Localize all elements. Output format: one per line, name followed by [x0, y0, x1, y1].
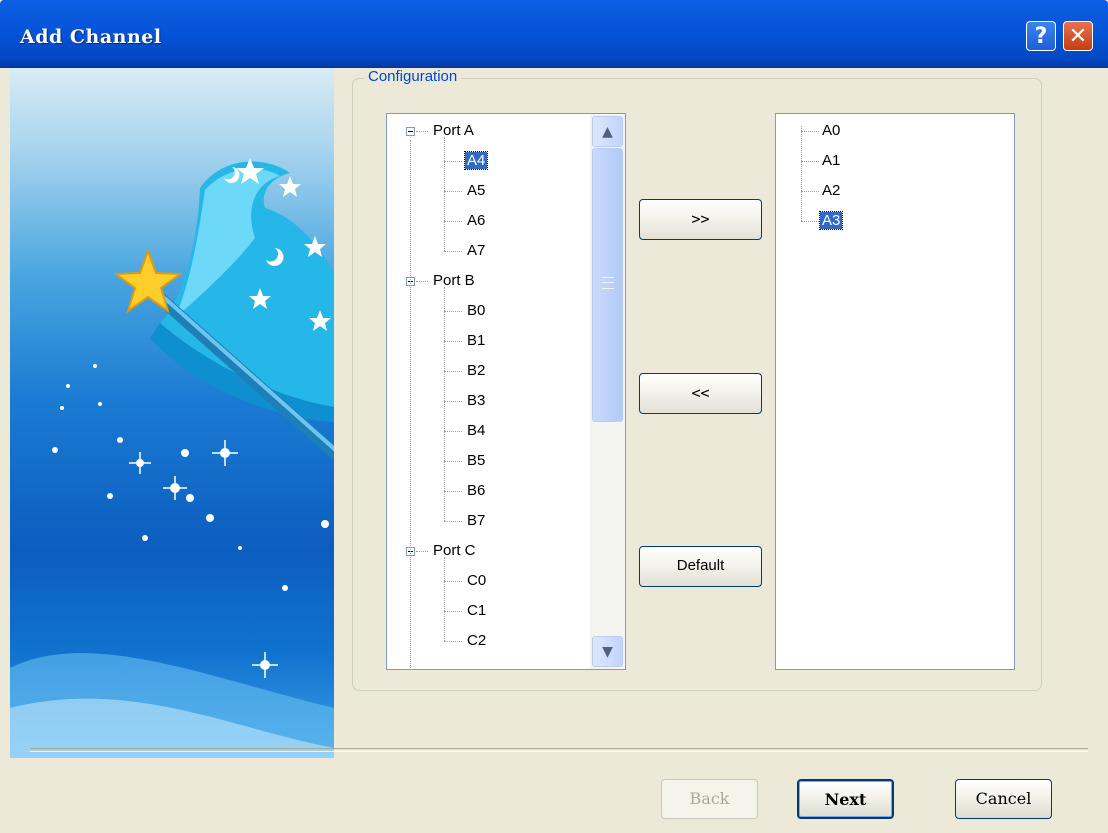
tree-node-label: B4 [467, 422, 486, 439]
next-button[interactable]: Next [797, 779, 894, 819]
tree-connector [801, 161, 819, 162]
tree-connector [444, 401, 462, 402]
tree-connector [444, 611, 462, 612]
tree-connector [444, 251, 462, 252]
tree-node-label: C1 [467, 602, 487, 619]
collapse-icon[interactable] [406, 127, 415, 136]
scroll-up-button[interactable]: ▲ [592, 116, 623, 147]
selected-channels-tree[interactable]: A0 A1 A2 A3 [775, 113, 1015, 670]
grip-icon [602, 277, 614, 289]
tree-node-label: C0 [467, 572, 487, 589]
title-bar[interactable]: Add Channel ? ✕ [0, 0, 1108, 68]
tree-connector [444, 371, 462, 372]
tree-connector [801, 221, 819, 222]
tree-item[interactable]: A7 [465, 239, 487, 263]
tree-item[interactable]: C2 [465, 629, 488, 653]
tree-group[interactable]: Port B [431, 269, 477, 293]
tree-node-label: Port A [433, 122, 474, 139]
tree-item[interactable]: C1 [465, 599, 488, 623]
default-button[interactable]: Default [639, 546, 762, 587]
tree-item[interactable]: B0 [465, 299, 487, 323]
tree-item[interactable]: B6 [465, 479, 487, 503]
tree-item[interactable]: B7 [465, 509, 487, 533]
wizard-side-image [10, 68, 334, 758]
tree-node-label: A6 [467, 212, 486, 229]
tree-connector [410, 140, 411, 669]
tree-item[interactable]: A0 [820, 119, 842, 143]
tree-group[interactable]: Port C [431, 539, 478, 563]
tree-item[interactable]: C0 [465, 569, 488, 593]
tree-item[interactable]: A2 [820, 179, 842, 203]
add-channel-button[interactable]: >> [639, 199, 762, 240]
tree-item[interactable]: B4 [465, 419, 487, 443]
chevron-up-icon: ▲ [602, 124, 613, 140]
tree-node-label: A0 [822, 122, 841, 139]
tree-connector [444, 341, 462, 342]
scroll-down-button[interactable]: ▼ [592, 636, 623, 667]
tree-item[interactable]: B3 [465, 389, 487, 413]
tree-connector [444, 521, 462, 522]
tree-node-label: B7 [467, 512, 486, 529]
tree-node-label: A1 [822, 152, 841, 169]
tree-connector [444, 221, 462, 222]
tree-connector [444, 491, 462, 492]
tree-node-label: Port C [433, 542, 476, 559]
tree-connector [416, 131, 428, 132]
tree-group[interactable]: Port A [431, 119, 476, 143]
window-title: Add Channel [20, 26, 162, 48]
tree-connector [801, 131, 819, 132]
tree-item[interactable]: A1 [820, 149, 842, 173]
cancel-button[interactable]: Cancel [955, 779, 1052, 819]
tree-connector [444, 461, 462, 462]
tree-connector [801, 191, 819, 192]
tree-node-label: B5 [467, 452, 486, 469]
tree-node-label: A7 [467, 242, 486, 259]
tree-item[interactable]: A5 [465, 179, 487, 203]
tree-item[interactable]: A6 [465, 209, 487, 233]
tree-connector [444, 641, 462, 642]
scroll-thumb[interactable] [592, 148, 623, 422]
tree-item[interactable]: B5 [465, 449, 487, 473]
tree-connector [444, 557, 445, 641]
tree-item[interactable]: B2 [465, 359, 487, 383]
tree-item[interactable]: B1 [465, 329, 487, 353]
tree-node-label: C2 [467, 632, 487, 649]
wizard-hat-illustration [10, 158, 334, 758]
tree-connector [444, 191, 462, 192]
tree-connector [416, 551, 428, 552]
tree-node-label: B3 [467, 392, 486, 409]
close-icon: ✕ [1068, 24, 1088, 49]
tree-node-label: A5 [467, 182, 486, 199]
tree-node-label: B0 [467, 302, 486, 319]
tree-node-label: A2 [822, 182, 841, 199]
tree-connector [444, 431, 462, 432]
chevron-down-icon: ▼ [602, 644, 613, 660]
close-button[interactable]: ✕ [1063, 21, 1093, 51]
question-icon: ? [1034, 24, 1048, 49]
help-button[interactable]: ? [1026, 21, 1056, 51]
tree-connector [444, 287, 445, 521]
tree-connector [444, 581, 462, 582]
tree-item[interactable]: A3 [818, 209, 844, 233]
add-channel-dialog: Add Channel ? ✕ Configuration Port A A4 … [0, 0, 1108, 833]
available-tree-scrollbar[interactable]: ▲ ▼ [590, 114, 625, 669]
tree-node-label: B2 [467, 362, 486, 379]
footer-separator [30, 748, 1088, 752]
tree-item[interactable]: A4 [463, 149, 489, 173]
tree-connector [801, 126, 802, 221]
tree-connector [444, 161, 462, 162]
remove-channel-button[interactable]: << [639, 373, 762, 414]
tree-node-label: Port B [433, 272, 475, 289]
tree-node-label: B1 [467, 332, 486, 349]
tree-connector [416, 281, 428, 282]
back-button[interactable]: Back [661, 779, 758, 819]
tree-node-label: A3 [818, 211, 844, 230]
tree-connector [444, 137, 445, 251]
tree-node-label: B6 [467, 482, 486, 499]
configuration-label: Configuration [364, 68, 462, 85]
tree-node-label: A4 [463, 151, 489, 170]
tree-connector [444, 311, 462, 312]
